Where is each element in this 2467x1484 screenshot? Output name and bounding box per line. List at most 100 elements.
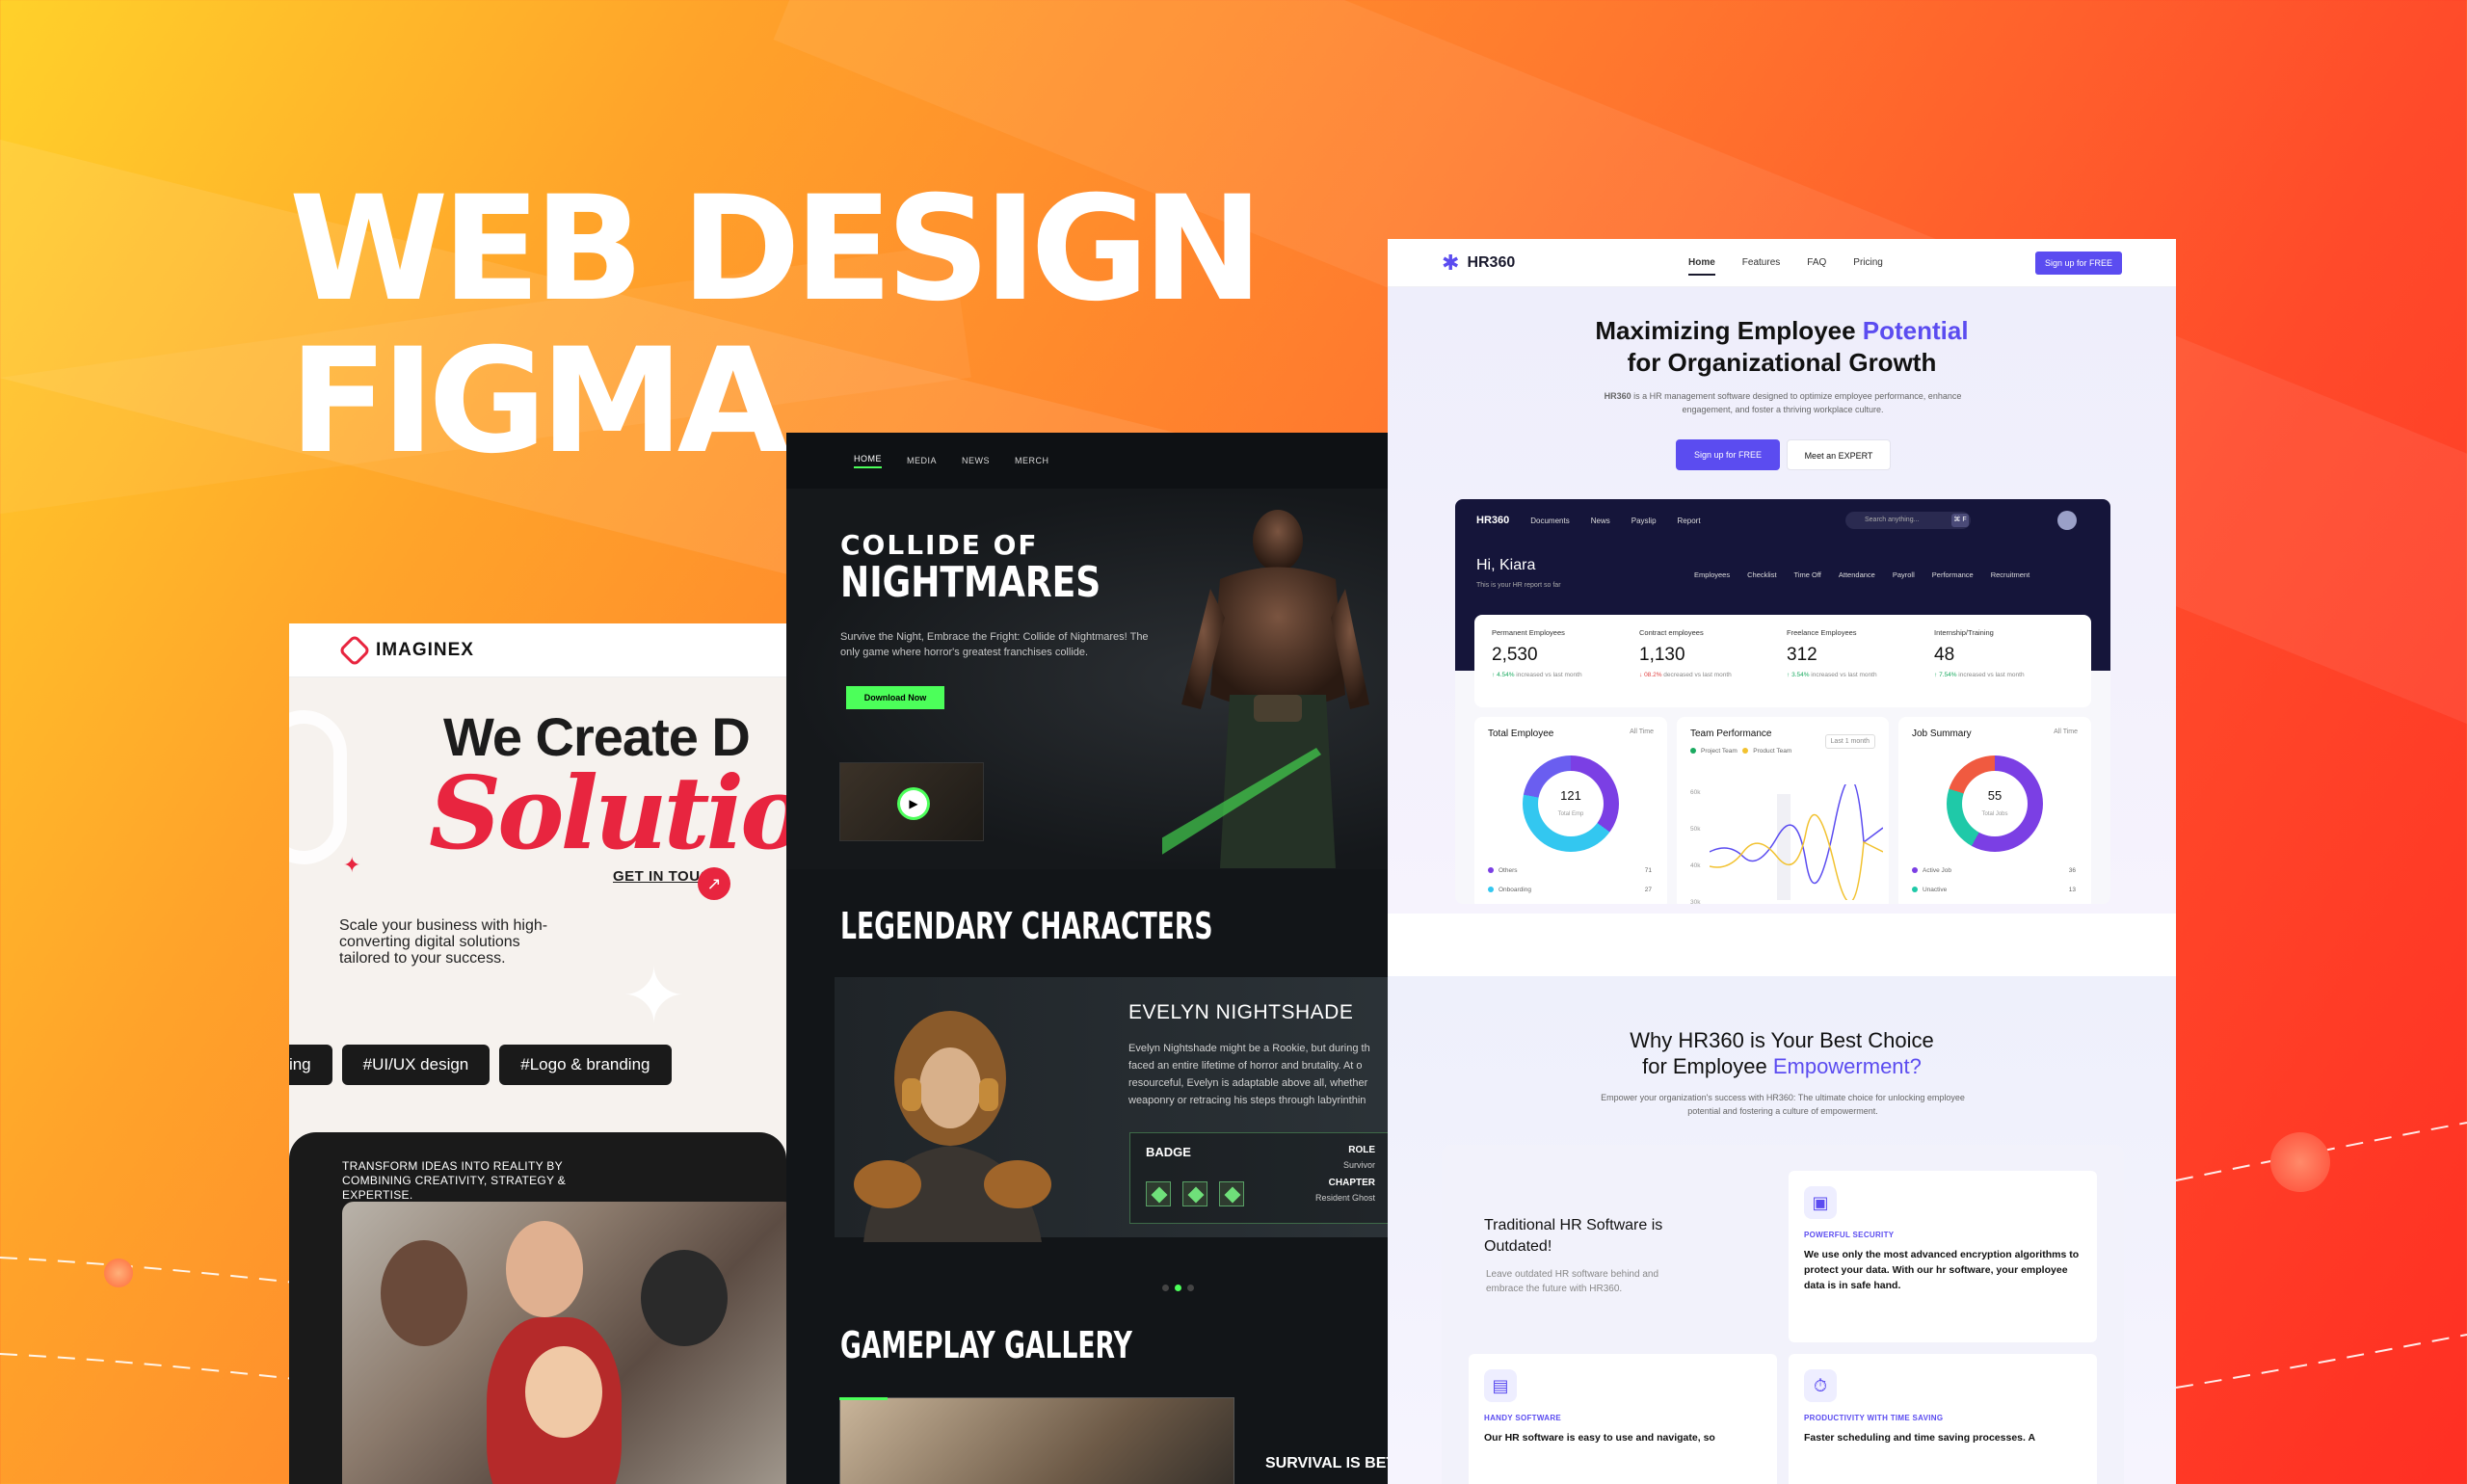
why-title-line2: for Employee Empowerment? bbox=[1388, 1053, 2176, 1079]
software-icon: ▤ bbox=[1484, 1369, 1517, 1402]
feature-label: POWERFUL SECURITY bbox=[1804, 1231, 1895, 1239]
signup-free-button[interactable]: Sign up for FREE bbox=[1676, 439, 1780, 470]
feature-card: ⏱ PRODUCTIVITY WITH TIME SAVING Faster s… bbox=[1789, 1354, 2097, 1484]
widget-filter[interactable]: All Time bbox=[2054, 729, 2078, 735]
carousel-dot[interactable] bbox=[1187, 1285, 1194, 1291]
imaginex-logo[interactable]: IMAGINEX bbox=[376, 640, 474, 661]
hr-logo[interactable]: ✱ HR360 bbox=[1442, 251, 1515, 276]
hr-navbar: ✱ HR360 Home Features FAQ Pricing Sign up… bbox=[1388, 239, 2176, 287]
dash-nav-item[interactable]: News bbox=[1591, 517, 1610, 525]
series-line bbox=[1710, 813, 1883, 900]
photo-person bbox=[641, 1250, 728, 1346]
security-icon: ▣ bbox=[1804, 1186, 1837, 1219]
stat-value: 312 bbox=[1787, 645, 1817, 665]
stat-change-value: 3.54% bbox=[1791, 672, 1810, 678]
nav-features[interactable]: Features bbox=[1742, 257, 1780, 276]
feature-text: Our HR software is easy to use and navig… bbox=[1484, 1432, 1715, 1444]
stopwatch-icon: ⏱ bbox=[1804, 1369, 1837, 1402]
hr-nav-links: Home Features FAQ Pricing bbox=[1688, 257, 1883, 276]
nav-news[interactable]: NEWS bbox=[962, 456, 990, 465]
nav-media[interactable]: MEDIA bbox=[907, 456, 937, 465]
stat-value: 2,530 bbox=[1492, 645, 1538, 665]
donut-unit: Total Jobs bbox=[1981, 811, 2008, 817]
nav-home[interactable]: Home bbox=[1688, 257, 1715, 276]
character-description: Evelyn Nightshade might be a Rookie, but… bbox=[1128, 1043, 1370, 1106]
nav-merch[interactable]: MERCH bbox=[1015, 456, 1049, 465]
stat-change: ↑ 7.54% increased vs last month bbox=[1934, 672, 2025, 678]
arrow-up-right-icon[interactable]: ↗ bbox=[698, 867, 730, 900]
imaginex-description: Scale your business with high-converting… bbox=[339, 917, 548, 967]
dash-nav-item[interactable]: Documents bbox=[1530, 517, 1569, 525]
y-tick: 40k bbox=[1690, 862, 1701, 869]
tag-chip[interactable]: diting bbox=[289, 1045, 332, 1085]
badge-label: BADGE bbox=[1146, 1145, 1191, 1159]
donut-value: 55 bbox=[1987, 788, 2003, 803]
widget-title: Team Performance bbox=[1690, 729, 1772, 739]
legend-row: Active Job 36 bbox=[1912, 867, 2076, 874]
dashboard-tabs: Employees Checklist Time Off Attendance … bbox=[1694, 570, 2029, 579]
game-preview: HOME MEDIA NEWS MERCH COLLIDE OF NIGHTMA… bbox=[786, 433, 1388, 1484]
nav-faq[interactable]: FAQ bbox=[1807, 257, 1826, 276]
carousel-dot[interactable] bbox=[1175, 1285, 1181, 1291]
imaginex-header: IMAGINEX bbox=[289, 623, 786, 677]
feature-label: HANDY SOFTWARE bbox=[1484, 1414, 1562, 1422]
signup-button[interactable]: Sign up for FREE bbox=[2034, 252, 2122, 275]
feature-heading: Traditional HR Software is Outdated! bbox=[1484, 1217, 1663, 1255]
hr-hero-title-line1: Maximizing Employee Potential bbox=[1388, 314, 2176, 347]
dash-nav-item[interactable]: Payslip bbox=[1631, 517, 1657, 525]
carousel-dot[interactable] bbox=[1162, 1285, 1169, 1291]
why-title-b: Empowerment? bbox=[1772, 1054, 1922, 1078]
stat-label: Freelance Employees bbox=[1787, 628, 1857, 637]
donut-center: 121 Total Emp bbox=[1538, 771, 1604, 836]
feature-card: ▤ HANDY SOFTWARE Our HR software is easy… bbox=[1469, 1354, 1777, 1484]
download-button[interactable]: Download Now bbox=[846, 686, 944, 709]
feature-subtext: Leave outdated HR software behind and em… bbox=[1486, 1269, 1659, 1294]
stat-change-value: 4.54% bbox=[1497, 672, 1515, 678]
feature-label: PRODUCTIVITY WITH TIME SAVING bbox=[1804, 1414, 1944, 1422]
dash-tab[interactable]: Performance bbox=[1932, 570, 1974, 579]
legend-name: Onboarding bbox=[1499, 887, 1531, 893]
play-icon[interactable]: ▶ bbox=[900, 790, 927, 817]
asterisk-logo-icon: ✱ bbox=[1442, 250, 1460, 275]
feature-card: ▣ POWERFUL SECURITY We use only the most… bbox=[1789, 1171, 2097, 1342]
donut-unit: Total Emp bbox=[1557, 811, 1584, 817]
trailer-thumbnail[interactable]: ▶ bbox=[839, 762, 984, 841]
stats-row: Permanent Employees 2,530 ↑ 4.54% increa… bbox=[1474, 615, 2091, 707]
chart-highlight bbox=[1777, 794, 1791, 900]
gallery-heading: GAMEPLAY GALLERY bbox=[840, 1324, 1132, 1366]
why-subtitle: Empower your organization's success with… bbox=[1601, 1093, 1965, 1116]
nav-home[interactable]: HOME bbox=[854, 454, 882, 468]
dash-tab[interactable]: Time Off bbox=[1794, 570, 1821, 579]
hr-lead-text: is a HR management software designed to … bbox=[1631, 391, 1962, 414]
dash-nav-item[interactable]: Report bbox=[1678, 517, 1701, 525]
legend-name: Active Job bbox=[1923, 867, 1951, 874]
dash-tab[interactable]: Employees bbox=[1694, 570, 1730, 579]
dashboard-logo[interactable]: HR360 bbox=[1476, 515, 1509, 526]
nav-pricing[interactable]: Pricing bbox=[1853, 257, 1883, 276]
legend-name: Others bbox=[1499, 867, 1518, 874]
avatar[interactable] bbox=[2057, 511, 2077, 530]
why-title-line1: Why HR360 is Your Best Choice bbox=[1630, 1028, 1934, 1052]
dashboard-greeting: Hi, Kiara bbox=[1476, 557, 1536, 573]
donut-chart: 55 Total Jobs bbox=[1947, 755, 2043, 852]
stat-change: ↑ 4.54% increased vs last month bbox=[1492, 672, 1582, 678]
widget-filter[interactable]: Last 1 month bbox=[1824, 734, 1875, 749]
dash-tab[interactable]: Payroll bbox=[1893, 570, 1915, 579]
dash-tab[interactable]: Recruitment bbox=[1991, 570, 2029, 579]
characters-heading: LEGENDARY CHARACTERS bbox=[840, 905, 1213, 947]
tag-chip[interactable]: #Logo & branding bbox=[499, 1045, 672, 1085]
gallery-accent-bar bbox=[839, 1397, 888, 1400]
widget-filter[interactable]: All Time bbox=[1630, 729, 1654, 735]
stat-change-note: increased vs last month bbox=[1956, 672, 2025, 678]
gallery-image[interactable] bbox=[839, 1397, 1234, 1484]
imaginex-hero-line2: Solutio bbox=[429, 754, 786, 872]
tag-chip[interactable]: #UI/UX design bbox=[341, 1045, 491, 1085]
legend-name: Unactive bbox=[1923, 887, 1948, 893]
headline-line1: WEB DESIGN bbox=[289, 166, 1263, 333]
sparkle-icon: ✦ bbox=[343, 853, 361, 877]
hr-lead-brand: HR360 bbox=[1604, 391, 1631, 401]
dash-tab[interactable]: Attendance bbox=[1839, 570, 1875, 579]
shortcut-badge: ⌘ F bbox=[1951, 514, 1969, 527]
meet-expert-button[interactable]: Meet an EXPERT bbox=[1787, 439, 1891, 470]
dash-tab[interactable]: Checklist bbox=[1747, 570, 1776, 579]
